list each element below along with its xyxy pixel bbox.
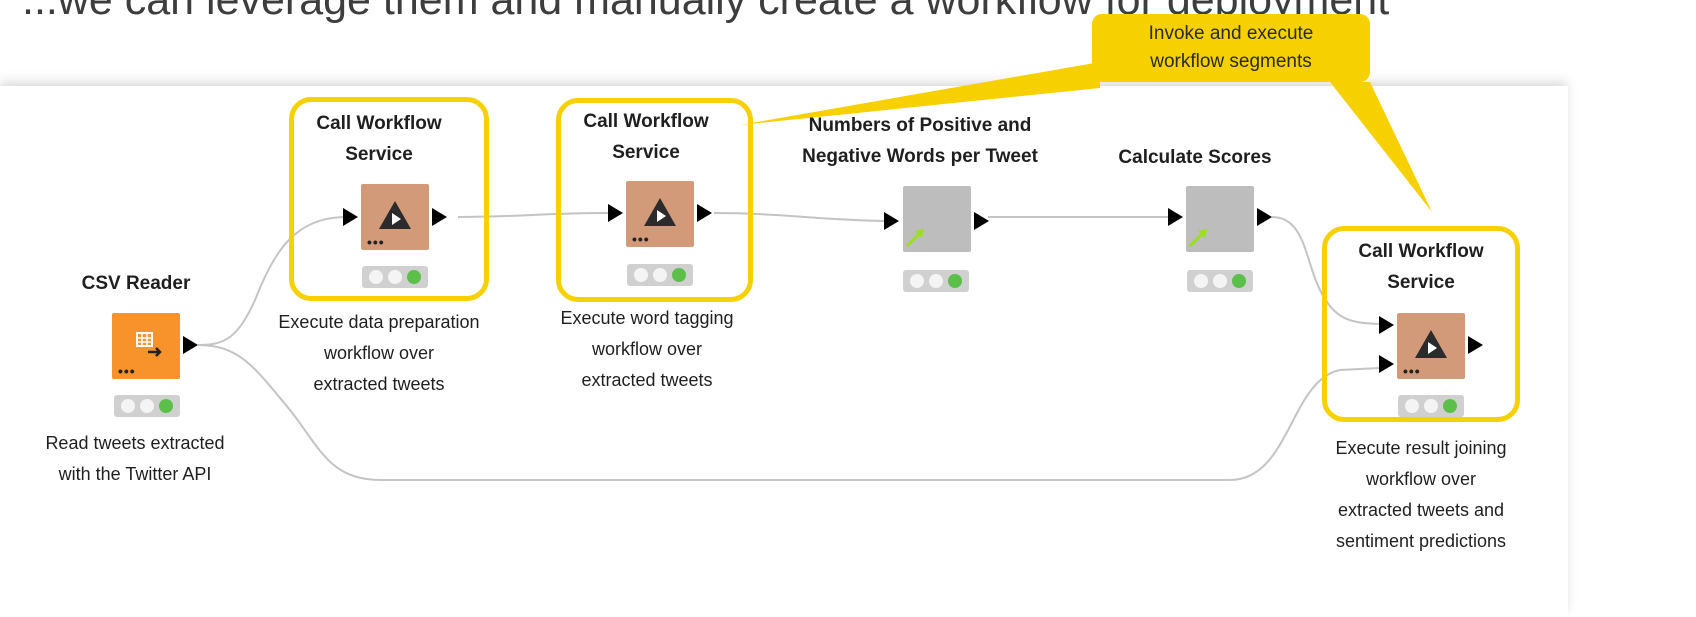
- status-indicator: [903, 270, 969, 292]
- node-title: Calculate Scores: [1118, 147, 1272, 168]
- status-indicator: [1398, 395, 1464, 417]
- node-title: Call Workflow Service: [316, 113, 442, 165]
- output-port[interactable]: [432, 208, 447, 226]
- input-port-2[interactable]: [1379, 355, 1394, 373]
- call-workflow-node-icon[interactable]: •••: [1397, 313, 1465, 379]
- node-description: Execute word tagging workflow over extra…: [560, 308, 734, 390]
- output-port[interactable]: [974, 212, 989, 230]
- input-port[interactable]: [1168, 208, 1183, 226]
- node-dots: •••: [118, 363, 136, 379]
- node-dots: •••: [367, 234, 385, 250]
- call-workflow-node-icon[interactable]: •••: [361, 184, 429, 250]
- status-indicator: [1187, 270, 1253, 292]
- node-title: Numbers of Positive and Negative Words p…: [802, 115, 1038, 167]
- status-indicator: [627, 264, 693, 286]
- status-indicator: [114, 395, 180, 417]
- input-port[interactable]: [608, 204, 623, 222]
- call-workflow-node-icon[interactable]: •••: [626, 181, 694, 247]
- input-port-1[interactable]: [1379, 316, 1394, 334]
- node-title: Call Workflow Service: [583, 111, 709, 163]
- callout-pointer-right: [1330, 82, 1432, 212]
- metanode-icon[interactable]: [1186, 186, 1254, 252]
- metanode-icon[interactable]: [903, 186, 971, 252]
- node-description: Execute result joining workflow over ext…: [1335, 438, 1507, 551]
- node-dots: •••: [1403, 363, 1421, 379]
- csv-reader-node-icon[interactable]: •••: [112, 313, 180, 379]
- output-port[interactable]: [697, 204, 712, 222]
- node-title: Call Workflow Service: [1358, 241, 1484, 293]
- output-port[interactable]: [183, 336, 198, 354]
- node-description: Execute data preparation workflow over e…: [278, 312, 480, 394]
- node-dots: •••: [632, 231, 650, 247]
- callout-line: workflow segments: [1150, 51, 1312, 72]
- callout-line: Invoke and execute: [1148, 23, 1314, 44]
- node-description: Read tweets extracted with the Twitter A…: [45, 433, 225, 484]
- output-port[interactable]: [1257, 208, 1272, 226]
- input-port[interactable]: [884, 212, 899, 230]
- metanode-arrow-icon: [905, 229, 924, 248]
- input-port[interactable]: [343, 208, 358, 226]
- output-port[interactable]: [1468, 336, 1483, 354]
- metanode-arrow-icon: [1188, 229, 1207, 248]
- node-title: CSV Reader: [81, 273, 191, 294]
- status-indicator: [362, 266, 428, 288]
- callout-invoke-execute: Invoke and execute workflow segments: [1092, 14, 1370, 82]
